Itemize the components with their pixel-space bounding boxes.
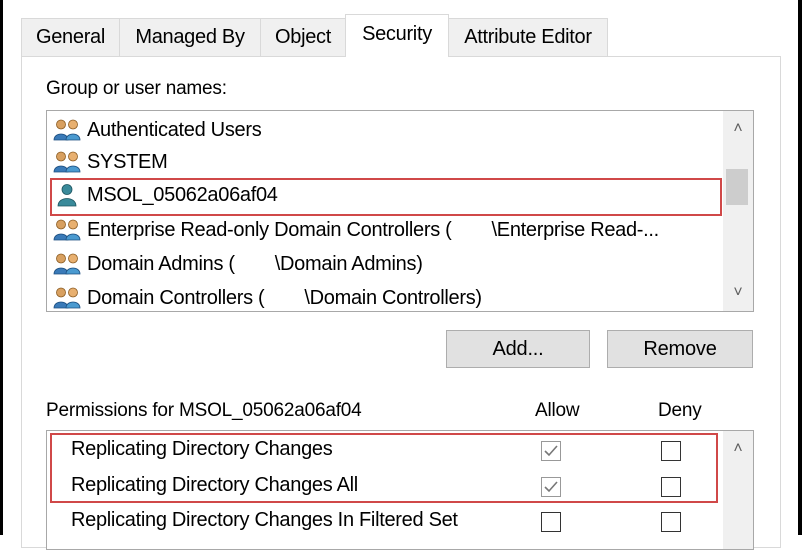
- window-left-border: [0, 0, 3, 535]
- deny-column-header: Deny: [658, 400, 702, 421]
- allow-column-header: Allow: [535, 400, 580, 421]
- deny-checkbox[interactable]: [661, 477, 681, 497]
- deny-checkbox[interactable]: [661, 441, 681, 461]
- permission-row-replicating-directory-changes-all: Replicating Directory Changes All: [47, 469, 753, 505]
- scroll-down-icon[interactable]: ˅: [723, 277, 753, 309]
- deny-checkbox[interactable]: [661, 512, 681, 532]
- group-or-user-names-label: Group or user names:: [46, 78, 227, 99]
- permission-name: Replicating Directory Changes In Filtere…: [71, 509, 458, 531]
- list-item-label: Domain Admins (: [87, 252, 235, 275]
- group-icon: [53, 287, 81, 309]
- permissions-scrollbar[interactable]: ˄: [723, 431, 753, 549]
- checkmark-icon: [544, 445, 558, 457]
- group-icon: [53, 219, 81, 241]
- tab-attribute-editor[interactable]: Attribute Editor: [448, 18, 608, 56]
- list-item-domain-admins[interactable]: Domain Admins ( \Domain Admins): [51, 248, 423, 280]
- add-button[interactable]: Add...: [446, 330, 590, 368]
- list-item-system[interactable]: SYSTEM: [51, 146, 168, 178]
- list-item-enterprise-read-only-dcs[interactable]: Enterprise Read-only Domain Controllers …: [51, 214, 659, 246]
- group-icon: [53, 119, 81, 141]
- permission-name: Replicating Directory Changes All: [71, 474, 358, 496]
- tab-object[interactable]: Object: [260, 18, 346, 56]
- scrollbar-thumb[interactable]: [726, 169, 748, 205]
- allow-checkbox[interactable]: [541, 441, 561, 461]
- group-user-listbox[interactable]: Authenticated Users SYSTEM MSOL_05062a06…: [46, 110, 754, 312]
- list-item-path: \Domain Admins): [274, 252, 423, 275]
- list-item-path: \Domain Controllers): [304, 286, 482, 309]
- tab-managed-by[interactable]: Managed By: [119, 18, 261, 56]
- allow-checkbox[interactable]: [541, 477, 561, 497]
- list-item-domain-controllers[interactable]: Domain Controllers ( \Domain Controllers…: [51, 282, 482, 311]
- permissions-list[interactable]: Replicating Directory Changes Replicatin…: [46, 430, 754, 550]
- list-item-msol-account[interactable]: MSOL_05062a06af04: [51, 179, 278, 211]
- list-item-label: Authenticated Users: [87, 118, 262, 141]
- tab-security[interactable]: Security: [345, 14, 449, 57]
- list-item-label: Domain Controllers (: [87, 286, 265, 309]
- list-item-label: MSOL_05062a06af04: [87, 183, 278, 206]
- permission-name: Replicating Directory Changes: [71, 438, 333, 460]
- list-item-path: \Enterprise Read-...: [491, 218, 660, 241]
- tab-general[interactable]: General: [21, 18, 120, 56]
- allow-checkbox[interactable]: [541, 512, 561, 532]
- list-item-label: Enterprise Read-only Domain Controllers …: [87, 218, 452, 241]
- permissions-for-label: Permissions for MSOL_05062a06af04: [46, 400, 362, 421]
- group-list-scrollbar[interactable]: ˄ ˅: [723, 111, 753, 311]
- scroll-up-icon[interactable]: ˄: [723, 433, 753, 465]
- group-icon: [53, 253, 81, 275]
- user-icon: [57, 184, 77, 207]
- scroll-up-icon[interactable]: ˄: [723, 113, 753, 145]
- group-icon: [53, 151, 81, 173]
- list-item-label: SYSTEM: [87, 150, 168, 173]
- remove-button[interactable]: Remove: [607, 330, 753, 368]
- window-right-border: [798, 0, 802, 535]
- checkmark-icon: [544, 481, 558, 493]
- permission-row-replicating-directory-changes: Replicating Directory Changes: [47, 433, 753, 469]
- list-item-authenticated-users[interactable]: Authenticated Users: [51, 114, 262, 146]
